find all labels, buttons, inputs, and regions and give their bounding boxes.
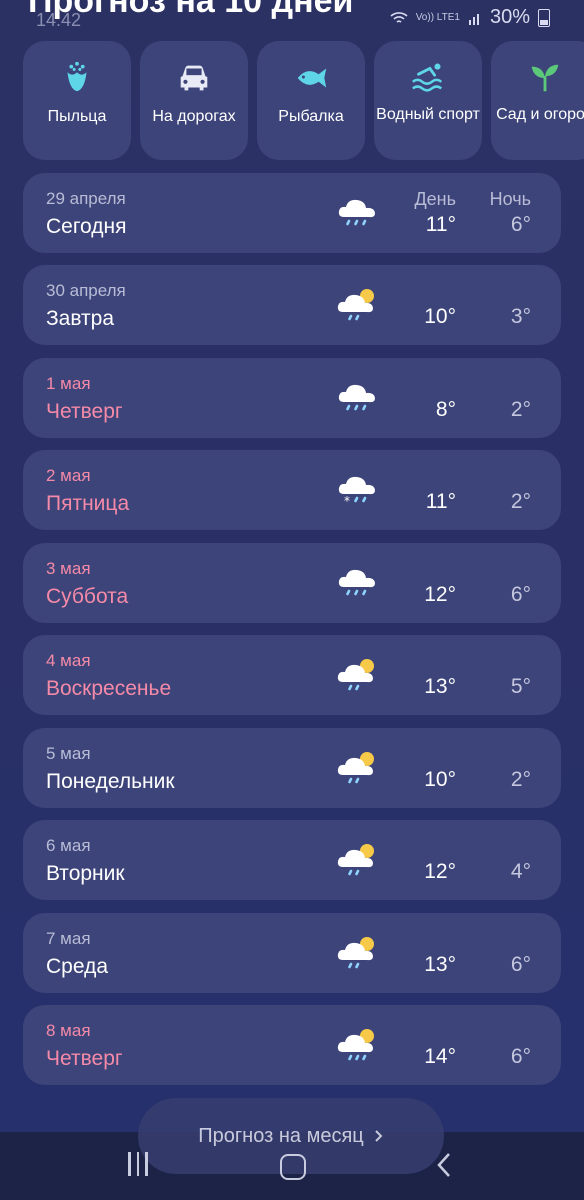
forecast-row[interactable]: 8 мая Четверг 14° 6° bbox=[23, 1005, 561, 1085]
category-pollen[interactable]: Пыльца bbox=[23, 41, 131, 160]
temp-day: 13° bbox=[424, 953, 456, 976]
forecast-day-name: Завтра bbox=[46, 307, 115, 330]
swimming-icon bbox=[412, 63, 443, 92]
temp-day: 14° bbox=[424, 1045, 456, 1068]
forecast-day-name: Пятница bbox=[46, 492, 130, 515]
partly-cloudy-rain-icon bbox=[337, 1029, 374, 1061]
partly-cloudy-rain-icon bbox=[337, 289, 374, 321]
page-title: Прогноз на 10 дней bbox=[28, 0, 354, 20]
temp-night: 6° bbox=[510, 583, 531, 606]
sprout-icon bbox=[531, 64, 559, 92]
forecast-day-name: Четверг bbox=[46, 1047, 123, 1070]
forecast-date: 2 мая bbox=[46, 466, 91, 485]
temp-day: 13° bbox=[424, 675, 456, 698]
forecast-day-name: Воскресенье bbox=[46, 677, 172, 700]
month-forecast-label: Прогноз на месяц bbox=[198, 1124, 364, 1147]
temp-night: 6° bbox=[510, 213, 531, 236]
forecast-date: 5 мая bbox=[46, 744, 91, 763]
category-fishing[interactable]: Рыбалка bbox=[257, 41, 365, 160]
temp-day: 8° bbox=[435, 398, 456, 421]
category-label: Рыбалка bbox=[278, 108, 344, 125]
temp-night: 6° bbox=[510, 953, 531, 976]
temp-day: 11° bbox=[425, 213, 456, 236]
temp-night: 2° bbox=[510, 398, 531, 421]
forecast-day-name: Понедельник bbox=[46, 770, 175, 793]
forecast-date: 8 мая bbox=[46, 1021, 91, 1040]
category-label: На дорогах bbox=[152, 108, 236, 125]
wifi-icon bbox=[390, 11, 408, 23]
forecast-row[interactable]: 29 апреля Сегодня День Ночь 11° 6° bbox=[23, 173, 561, 253]
forecast-day-name: Вторник bbox=[46, 862, 125, 885]
car-icon bbox=[180, 65, 208, 91]
temp-night: 2° bbox=[510, 490, 531, 513]
forecast-date: 3 мая bbox=[46, 559, 91, 578]
home-button[interactable] bbox=[280, 1154, 306, 1180]
battery-icon bbox=[538, 8, 550, 27]
category-strip[interactable]: Пыльца На дорогах Рыбалка Водный спорт С… bbox=[23, 41, 584, 160]
category-label: Пыльца bbox=[47, 108, 107, 125]
temp-night: 2° bbox=[510, 768, 531, 791]
forecast-row[interactable]: 1 мая Четверг 8° 2° bbox=[23, 358, 561, 438]
battery-percent: 30% bbox=[489, 6, 530, 28]
forecast-day-name: Среда bbox=[46, 955, 108, 978]
temp-night: 3° bbox=[510, 305, 531, 328]
rain-snow-icon: * bbox=[338, 476, 375, 508]
forecast-date: 30 апреля bbox=[46, 281, 126, 300]
category-label: Сад и огород bbox=[496, 106, 584, 123]
signal-icon bbox=[468, 13, 479, 25]
rain-icon bbox=[338, 569, 375, 596]
forecast-day-name: Сегодня bbox=[46, 215, 127, 238]
category-roads[interactable]: На дорогах bbox=[140, 41, 248, 160]
temp-night: 4° bbox=[510, 860, 531, 883]
recent-apps-button[interactable] bbox=[128, 1152, 152, 1176]
temp-day: 12° bbox=[424, 583, 456, 606]
temp-night: 5° bbox=[510, 675, 531, 698]
temp-day: 10° bbox=[424, 768, 456, 791]
back-button[interactable] bbox=[436, 1152, 452, 1178]
forecast-row[interactable]: 7 мая Среда 13° 6° bbox=[23, 913, 561, 993]
forecast-row[interactable]: 3 мая Суббота 12° 6° bbox=[23, 543, 561, 623]
svg-text:*: * bbox=[344, 494, 350, 508]
chevron-right-icon bbox=[375, 1130, 383, 1142]
fish-icon bbox=[297, 68, 327, 88]
category-garden[interactable]: Сад и огород bbox=[491, 41, 584, 160]
forecast-date: 7 мая bbox=[46, 929, 91, 948]
forecast-row[interactable]: 6 мая Вторник 12° 4° bbox=[23, 820, 561, 900]
forecast-day-name: Суббота bbox=[46, 585, 129, 608]
column-header-day: День bbox=[414, 189, 456, 209]
forecast-date: 29 апреля bbox=[46, 189, 126, 208]
rain-icon bbox=[338, 384, 375, 411]
partly-cloudy-rain-icon bbox=[337, 844, 374, 876]
temp-day: 10° bbox=[424, 305, 456, 328]
status-icons: Vo)) LTE1 30% bbox=[390, 6, 550, 29]
partly-cloudy-rain-icon bbox=[337, 752, 374, 784]
forecast-row[interactable]: 2 мая Пятница * 11° 2° bbox=[23, 450, 561, 530]
forecast-date: 4 мая bbox=[46, 651, 91, 670]
category-label: Водный спорт bbox=[376, 106, 480, 123]
partly-cloudy-rain-icon bbox=[337, 937, 374, 969]
forecast-date: 6 мая bbox=[46, 836, 91, 855]
temp-day: 12° bbox=[424, 860, 456, 883]
signal-label: Vo)) LTE1 bbox=[415, 11, 460, 23]
partly-cloudy-rain-icon bbox=[337, 659, 374, 691]
temp-night: 6° bbox=[510, 1045, 531, 1068]
category-water-sport[interactable]: Водный спорт bbox=[374, 41, 482, 160]
rain-icon bbox=[338, 199, 375, 226]
forecast-row[interactable]: 4 мая Воскресенье 13° 5° bbox=[23, 635, 561, 715]
forecast-row[interactable]: 30 апреля Завтра 10° 3° bbox=[23, 265, 561, 345]
pollen-flower-icon bbox=[67, 61, 87, 92]
forecast-date: 1 мая bbox=[46, 374, 91, 393]
temp-day: 11° bbox=[425, 490, 456, 513]
forecast-day-name: Четверг bbox=[46, 400, 123, 423]
column-header-night: Ночь bbox=[489, 189, 531, 209]
forecast-row[interactable]: 5 мая Понедельник 10° 2° bbox=[23, 728, 561, 808]
